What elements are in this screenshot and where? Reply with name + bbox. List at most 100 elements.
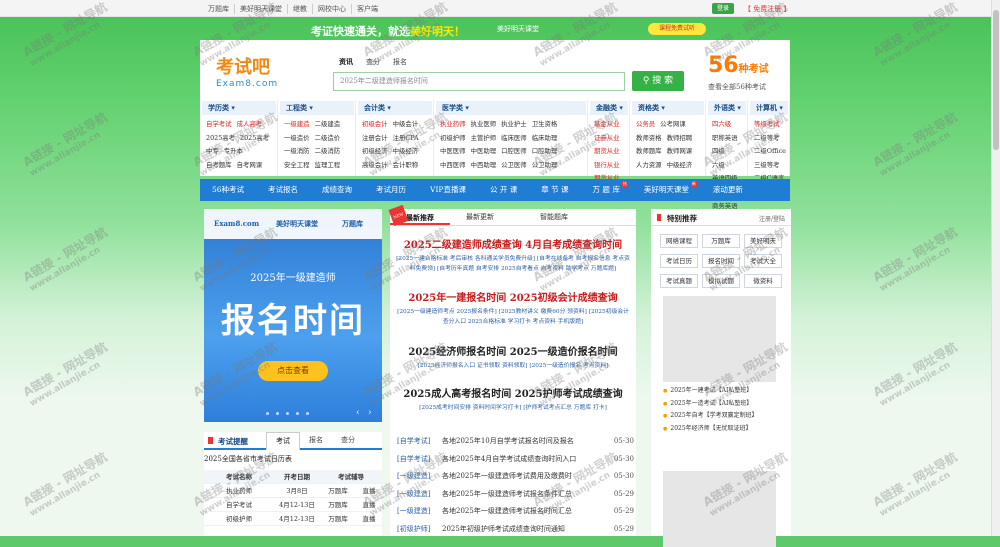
headline-sublinks[interactable]: [2025一建合格标准 考后审核 各科通关学员免费升级] [自考在线备考 自考报…	[390, 254, 636, 274]
news-category[interactable]: [初级护师]	[390, 521, 442, 539]
category-link[interactable]: 等级考试	[754, 118, 780, 132]
category-link[interactable]: 中医助理	[471, 145, 497, 159]
category-link[interactable]: 职称英语	[712, 132, 738, 146]
top-link-classroom[interactable]: 美好明天课堂	[235, 4, 288, 14]
carousel-dot[interactable]	[296, 412, 299, 415]
headline-sublinks[interactable]: [2025经济师报名入口 证书领取 资料领取] [2025一级造价报名 考点资料…	[390, 361, 636, 371]
reminder-subtitle[interactable]: 2025全国各省市考试日历表	[204, 454, 292, 464]
headline-sublinks[interactable]: [2025一级建造师考点 2025报名条件] [2025教材讲义 缴费60分 领…	[390, 307, 636, 327]
category-link[interactable]: 公卫医师	[501, 159, 527, 173]
hero-cta-button[interactable]: 点击查看	[258, 361, 328, 381]
news-item[interactable]: [自学考试] 各地2025年4月自学考试成绩查询时间入口 05-30	[390, 451, 636, 469]
news-tab-latest[interactable]: 最新更新	[450, 209, 510, 225]
category-link[interactable]: 二级等考	[754, 132, 780, 146]
special-tag-button[interactable]: 考试真题	[660, 274, 698, 288]
search-input[interactable]: 2025年二级建造师报名时间	[333, 72, 625, 91]
category-link[interactable]: 2025高考	[240, 132, 269, 146]
category-link[interactable]: 中西医师	[440, 159, 466, 173]
nav-item[interactable]: 滚动更新	[701, 179, 755, 201]
category-link[interactable]: 初级经济	[362, 145, 388, 159]
search-tab-news[interactable]: 资讯	[339, 57, 353, 67]
table-cell[interactable]: 万题库	[320, 498, 356, 511]
nav-item[interactable]: 考试月历	[364, 179, 418, 201]
news-title[interactable]: 2025年初级护师考试成绩查询时间通知	[442, 521, 608, 539]
top-link-school[interactable]: 网校中心	[313, 4, 352, 14]
category-link[interactable]: 自考网课	[237, 159, 263, 173]
category-header[interactable]: 金融类 ▾	[590, 101, 628, 115]
category-link[interactable]: 注册会计	[362, 132, 388, 146]
carousel-dot[interactable]	[266, 412, 269, 415]
special-tag-button[interactable]: 报名时间	[702, 254, 740, 268]
category-link[interactable]: 执业护士	[501, 118, 527, 132]
carousel-dot[interactable]	[286, 412, 289, 415]
table-cell[interactable]: 万题库	[320, 484, 356, 497]
special-tag-button[interactable]: 微资料	[744, 274, 782, 288]
category-link[interactable]: 三级等考	[754, 159, 780, 173]
nav-item[interactable]: 章 节 课	[529, 179, 580, 201]
ad-image[interactable]	[663, 296, 776, 382]
category-link[interactable]: 中医医师	[440, 145, 466, 159]
special-login-link[interactable]: 注册/登陆	[759, 214, 785, 223]
news-title[interactable]: 各地2025年4月自学考试成绩查询时间入口	[442, 451, 608, 469]
promo-banner[interactable]: 考证快速通关，就选美好明天！ 美好明天课堂 课程免费试听	[0, 21, 1000, 39]
category-link[interactable]: 期货从业	[594, 145, 620, 159]
reminder-tab-register[interactable]: 报名	[300, 432, 332, 450]
category-link[interactable]: 教师招聘	[667, 132, 693, 146]
category-link[interactable]: 一级消防	[284, 145, 310, 159]
carousel-dot[interactable]	[276, 412, 279, 415]
category-link[interactable]: 证券从业	[594, 132, 620, 146]
table-cell[interactable]: 直播	[356, 512, 382, 525]
category-link[interactable]: 六级	[712, 159, 725, 173]
category-link[interactable]: 初级会计	[362, 118, 388, 132]
category-link[interactable]: 银行从业	[594, 159, 620, 173]
nav-item[interactable]: 成绩查询	[310, 179, 364, 201]
category-header[interactable]: 外语类 ▾	[708, 101, 746, 115]
category-link[interactable]: 卫生资格	[532, 118, 558, 132]
search-tab-register[interactable]: 报名	[393, 57, 407, 67]
category-header[interactable]: 工程类 ▾	[280, 101, 354, 115]
category-link[interactable]: 公务员	[636, 118, 655, 132]
nav-item[interactable]: 万 题 库热	[581, 179, 632, 201]
category-link[interactable]: 中级经济	[393, 145, 419, 159]
page-scrollbar[interactable]	[991, 0, 1000, 536]
category-link[interactable]: 临床助理	[532, 132, 558, 146]
category-link[interactable]: 成人高考	[237, 118, 263, 132]
category-link[interactable]: 会计职称	[393, 159, 419, 173]
special-tag-button[interactable]: 模拟试题	[702, 274, 740, 288]
news-tab-tiku[interactable]: 智能题库	[524, 209, 584, 225]
news-category[interactable]: [自学考试]	[390, 451, 442, 469]
top-link-tiku[interactable]: 万题库	[203, 4, 235, 14]
category-link[interactable]: 公卫助理	[532, 159, 558, 173]
category-link[interactable]: 自考题库	[206, 159, 232, 173]
register-link[interactable]: 【 免费注册 】	[744, 4, 790, 14]
headline-link[interactable]: 2025经济师报名时间 2025一级造价报名时间	[390, 343, 636, 358]
special-tag-button[interactable]: 考试日历	[660, 254, 698, 268]
nav-item[interactable]: VIP直播课	[418, 179, 478, 201]
scrollbar-thumb[interactable]	[993, 10, 999, 150]
nav-item[interactable]: 56种考试	[200, 179, 256, 201]
headline-link[interactable]: 2025二级建造师成绩查询 4月自考成绩查询时间	[390, 236, 636, 251]
nav-item[interactable]: 公 开 课	[478, 179, 529, 201]
category-link[interactable]: 二级造价	[315, 132, 341, 146]
special-tag-button[interactable]: 网络课程	[660, 234, 698, 248]
news-item[interactable]: [自学考试] 各地2025年10月自学考试报名时间及报名 05-30	[390, 433, 636, 451]
news-item[interactable]: [一级建造] 各地2025年一级建造师考试费用及缴费时 05-30	[390, 468, 636, 486]
news-category[interactable]: [一级建造]	[390, 503, 442, 521]
special-tag-button[interactable]: 考试大全	[744, 254, 782, 268]
exam-count-promo[interactable]: 56种考试 查看全部56种考试	[708, 54, 788, 94]
news-category[interactable]: [一级建造]	[390, 468, 442, 486]
news-category[interactable]: [一级建造]	[390, 486, 442, 504]
category-link[interactable]: 口腔助理	[532, 145, 558, 159]
category-link[interactable]: 自学考试	[206, 118, 232, 132]
nav-item[interactable]: 美好明天课堂新	[632, 179, 701, 201]
top-link-client[interactable]: 客户端	[352, 4, 383, 14]
login-button[interactable]: 登录	[712, 3, 734, 14]
search-button[interactable]: ⚲ 搜 索	[632, 71, 684, 91]
reminder-tab-score[interactable]: 查分	[332, 432, 364, 450]
category-link[interactable]: 一级造价	[284, 132, 310, 146]
category-link[interactable]: 基金从业	[594, 118, 620, 132]
category-link[interactable]: 中级经济	[667, 159, 693, 173]
category-link[interactable]: 教师题库	[636, 145, 662, 159]
category-link[interactable]: 中专	[206, 145, 219, 159]
special-list-item[interactable]: 2025年经济师【无忧取证班】	[663, 423, 758, 436]
